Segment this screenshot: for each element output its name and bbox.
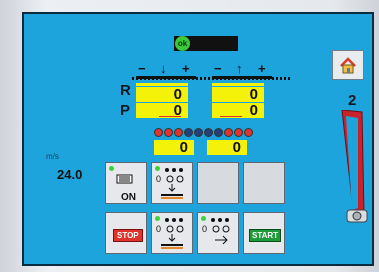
scale-ticks xyxy=(132,77,292,80)
right-direction-arrow-icon xyxy=(220,116,242,125)
machine-icon xyxy=(116,174,133,184)
r-right-value[interactable]: 0 xyxy=(212,87,264,102)
bead-icon xyxy=(204,128,213,137)
lower-process-button[interactable]: 0 xyxy=(151,212,193,254)
status-ok-indicator: ok xyxy=(175,36,190,51)
bead-icon xyxy=(174,128,183,137)
bead-icon xyxy=(154,128,163,137)
bead-icon xyxy=(224,128,233,137)
lower-right-value[interactable]: 0 xyxy=(207,140,247,155)
hmi-screen: ok 2 − ↓ + − ↑ + R 0 0 P 0 0 0 0 m/s 24.… xyxy=(22,12,374,266)
row-label-r: R xyxy=(120,82,131,99)
increase-button[interactable]: + xyxy=(258,62,266,75)
bead-icon xyxy=(184,128,193,137)
stop-button[interactable]: STOP xyxy=(105,212,147,254)
speed-value: 24.0 xyxy=(57,167,83,182)
transfer-button[interactable]: 0 xyxy=(197,212,239,254)
belt-diagram-icon xyxy=(341,110,368,223)
status-led xyxy=(109,166,114,171)
speed-unit: m/s xyxy=(46,152,59,161)
down-arrow-icon: ↓ xyxy=(160,61,167,76)
left-direction-arrow-icon xyxy=(159,116,181,125)
svg-text:0: 0 xyxy=(202,224,207,234)
bead-icon xyxy=(214,128,223,137)
decrease-button[interactable]: − xyxy=(138,62,146,75)
on-button[interactable]: ON xyxy=(105,162,147,204)
bead-icon xyxy=(164,128,173,137)
lower-left-value[interactable]: 0 xyxy=(154,140,194,155)
empty-slot-button[interactable] xyxy=(243,162,285,204)
increase-button[interactable]: + xyxy=(182,62,190,75)
empty-slot-button[interactable] xyxy=(197,162,239,204)
process-mode-button[interactable]: 0 xyxy=(151,162,193,204)
process-icon: 0 xyxy=(156,218,184,249)
transfer-icon: 0 xyxy=(202,218,230,245)
decrease-button[interactable]: − xyxy=(214,62,222,75)
svg-text:0: 0 xyxy=(156,174,161,184)
home-button[interactable] xyxy=(332,50,364,80)
home-icon xyxy=(340,57,356,74)
process-icon: 0 xyxy=(156,168,184,199)
page-number: 2 xyxy=(348,92,357,109)
svg-text:0: 0 xyxy=(156,224,161,234)
bead-icon xyxy=(194,128,203,137)
bead-indicator-row xyxy=(154,128,253,138)
bead-icon xyxy=(244,128,253,137)
row-label-p: P xyxy=(120,102,131,119)
bead-icon xyxy=(234,128,243,137)
up-arrow-icon: ↑ xyxy=(236,61,243,76)
status-display: ok xyxy=(174,36,238,51)
r-left-value[interactable]: 0 xyxy=(136,87,188,102)
start-button[interactable]: START xyxy=(243,212,285,254)
